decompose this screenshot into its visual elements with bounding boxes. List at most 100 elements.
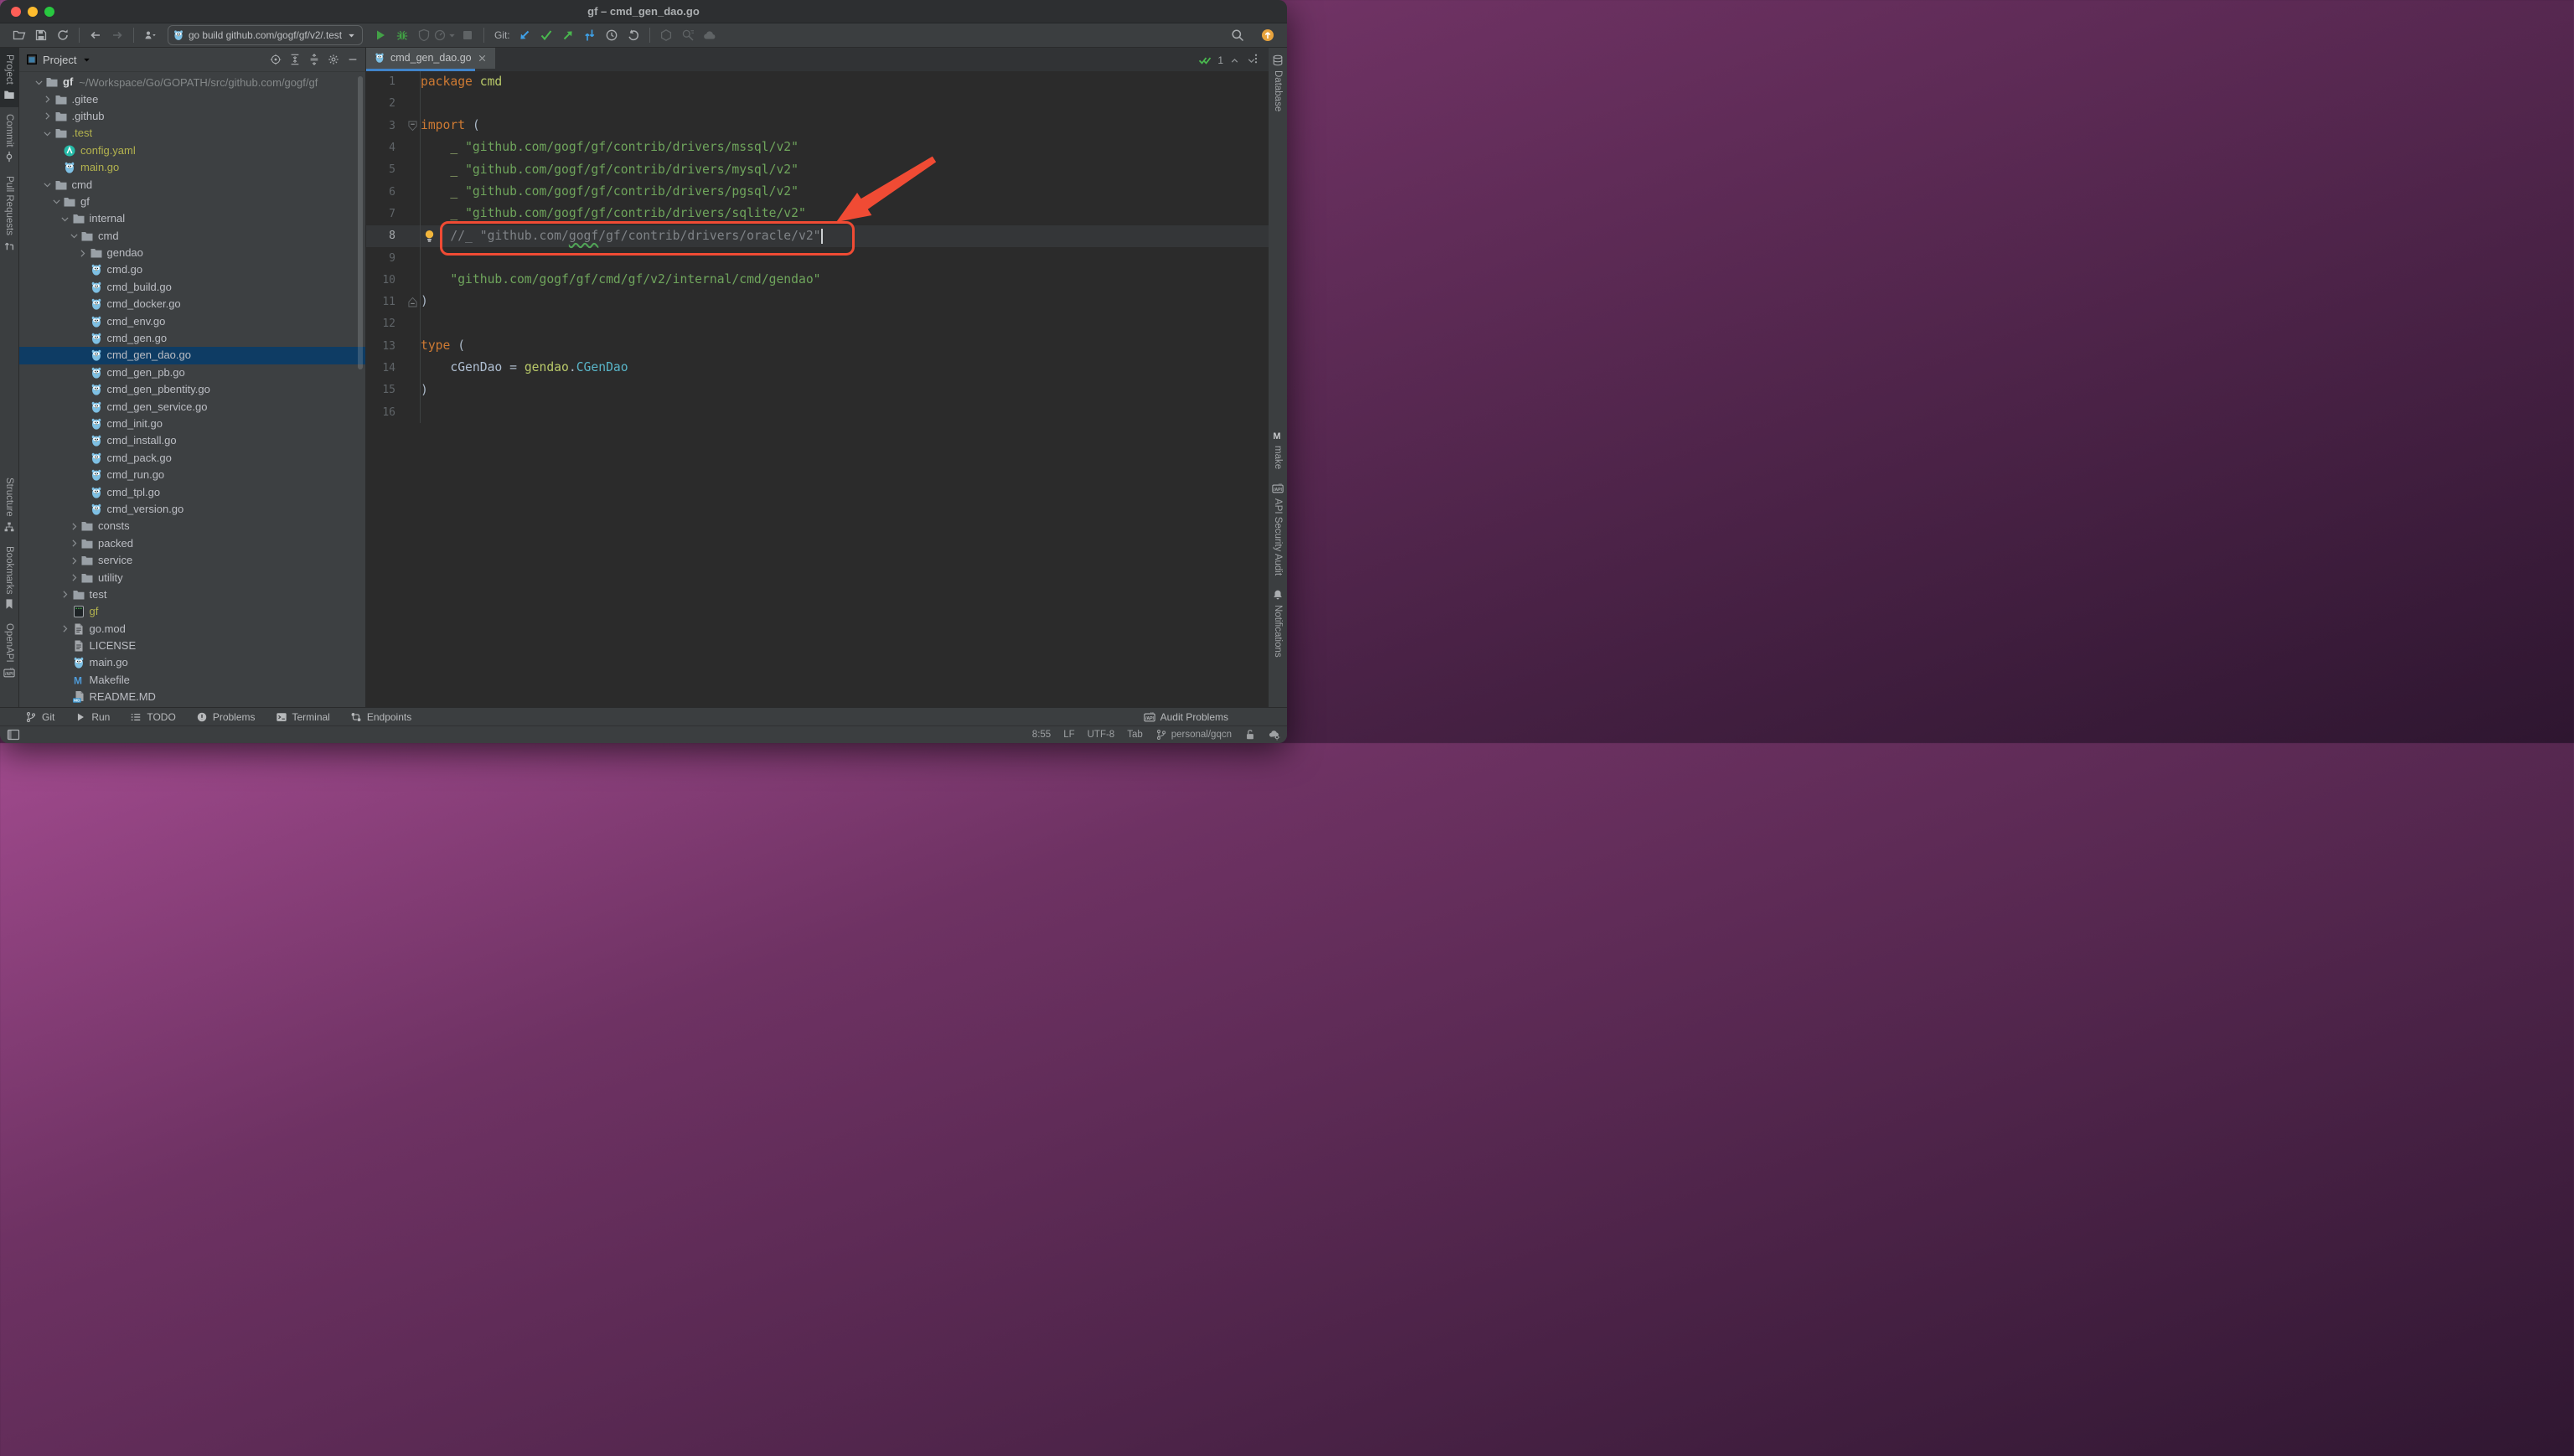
tool-window-button-git[interactable]: Git [25,711,54,723]
arrow-forward-button[interactable] [106,25,128,45]
coverage-button[interactable] [413,25,435,45]
stripe-tab-project[interactable]: Project [0,48,18,107]
tree-item-cmd-gen-dao-go[interactable]: cmd_gen_dao.go [19,347,365,364]
project-view-dropdown-icon[interactable] [81,54,92,65]
minus-button[interactable] [347,54,359,65]
stop-button[interactable] [457,25,478,45]
expand-chevron-icon[interactable] [42,94,54,106]
debug-button[interactable] [391,25,413,45]
code-line-7[interactable]: 7 _ "github.com/gogf/gf/contrib/drivers/… [366,203,1269,225]
collapse-chevron-icon[interactable] [42,179,54,191]
fold-marker-icon[interactable] [395,291,421,312]
code-line-9[interactable]: 9 [366,247,1269,269]
collapse-chevron-icon[interactable] [42,127,54,139]
tree-item-cmd-install-go[interactable]: cmd_install.go [19,432,365,449]
status-caret-position[interactable]: 8:55 [1032,730,1051,740]
profiler-button[interactable] [435,25,457,45]
tool-window-layout-icon[interactable] [0,728,20,741]
expand-chevron-icon[interactable] [68,520,80,532]
tree-item-go-mod[interactable]: go.mod [19,621,365,638]
tree-item-gendao[interactable]: gendao [19,245,365,261]
code-line-6[interactable]: 6 _ "github.com/gogf/gf/contrib/drivers/… [366,181,1269,203]
status-cloud-settings[interactable] [1269,729,1280,741]
tree-item-service[interactable]: service [19,552,365,569]
git-update-button[interactable] [514,25,535,45]
status-indent-style[interactable]: Tab [1127,730,1143,740]
tree-item-cmd-go[interactable]: cmd.go [19,261,365,278]
history-clock-button[interactable] [601,25,623,45]
hexagon-button[interactable] [655,25,677,45]
stripe-tab-openapi[interactable]: OpenAPI/API [0,617,18,685]
tree-item-cmd[interactable]: cmd [19,176,365,193]
code-line-1[interactable]: 1package cmd [366,71,1269,93]
code-line-10[interactable]: 10 "github.com/gogf/gf/cmd/gf/v2/interna… [366,269,1269,291]
stripe-tab-api-security-audit[interactable]: /APIAPI Security Audit [1269,476,1287,582]
user-caret-button[interactable] [139,25,161,45]
update-badge-button[interactable] [1257,25,1279,45]
cloud-button[interactable] [699,25,721,45]
collapse-chevron-icon[interactable] [33,76,44,88]
tree-item-cmd[interactable]: cmd [19,228,365,245]
tree-item-cmd-version-go[interactable]: cmd_version.go [19,501,365,518]
stripe-tab-structure[interactable]: Structure [0,471,18,540]
tree-item-internal[interactable]: internal [19,210,365,227]
code-line-8[interactable]: 8 //_ "github.com/gogf/gf/contrib/driver… [366,225,1269,247]
tree-item-cmd-gen-pbentity-go[interactable]: cmd_gen_pbentity.go [19,381,365,398]
tree-item-consts[interactable]: consts [19,518,365,534]
expand-chevron-icon[interactable] [42,111,54,122]
tree-item-main-go[interactable]: main.go [19,159,365,176]
tree-item-readme-md[interactable]: MDREADME.MD [19,689,365,705]
git-fetch-button[interactable] [579,25,601,45]
gear-button[interactable] [328,54,339,65]
tool-window-button-problems[interactable]: Problems [196,711,256,723]
tree-item-cmd-gen-pb-go[interactable]: cmd_gen_pb.go [19,364,365,381]
tree-item-utility[interactable]: utility [19,569,365,586]
tool-window-button-run[interactable]: Run [75,711,110,723]
expand-chevron-icon[interactable] [68,572,80,584]
status-lock-toggle[interactable] [1244,729,1256,741]
code-line-16[interactable]: 16 [366,401,1269,423]
run-configuration-select[interactable]: go build github.com/gogf/gf/v2/.test [168,25,363,45]
status-line-separator[interactable]: LF [1063,730,1074,740]
code-line-5[interactable]: 5 _ "github.com/gogf/gf/contrib/drivers/… [366,159,1269,181]
search-button[interactable] [1227,25,1248,45]
tool-window-button-todo[interactable]: TODO [130,711,175,723]
expand-chevron-icon[interactable] [68,538,80,550]
tree-item-cmd-run-go[interactable]: cmd_run.go [19,467,365,483]
tree-item-config-yaml[interactable]: config.yaml [19,142,365,159]
stripe-tab-bookmarks[interactable]: Bookmarks [0,540,18,617]
tree-item-test[interactable]: test [19,586,365,603]
prev-problem-icon[interactable] [1229,55,1240,66]
tool-window-button-terminal[interactable]: Terminal [276,711,330,723]
collapse-chevron-icon[interactable] [68,230,80,242]
collapse-all-button[interactable] [308,54,320,65]
project-tree-scrollbar[interactable] [358,76,363,369]
expand-chevron-icon[interactable] [59,623,71,635]
tree-item-cmd-gen-go[interactable]: cmd_gen.go [19,330,365,347]
code-lines[interactable]: 1package cmd23import (4 _ "github.com/go… [366,71,1269,424]
tree-item-cmd-tpl-go[interactable]: cmd_tpl.go [19,483,365,500]
tree-item--gitee[interactable]: .gitee [19,90,365,107]
tree-item-cmd-docker-go[interactable]: cmd_docker.go [19,296,365,312]
collapse-chevron-icon[interactable] [59,213,71,225]
code-line-14[interactable]: 14 cGenDao = gendao.CGenDao [366,357,1269,379]
save-all-button[interactable] [30,25,52,45]
project-panel-title[interactable]: Project [43,54,76,66]
code-line-13[interactable]: 13type ( [366,335,1269,357]
git-push-button[interactable] [557,25,579,45]
expand-chevron-icon[interactable] [68,555,80,566]
git-commit-button[interactable] [535,25,557,45]
stripe-tab-make[interactable]: Mmake [1269,423,1287,476]
next-problem-icon[interactable] [1246,55,1257,66]
tree-item-cmd-pack-go[interactable]: cmd_pack.go [19,450,365,467]
expand-all-button[interactable] [289,54,301,65]
find-usages-button[interactable] [677,25,699,45]
tree-item-cmd-env-go[interactable]: cmd_env.go [19,312,365,329]
stripe-tab-commit[interactable]: Commit [0,107,18,170]
editor-tab-cmd_gen_dao[interactable]: cmd_gen_dao.go [366,48,495,69]
tree-item-packed[interactable]: packed [19,535,365,552]
stripe-tab-database[interactable]: Database [1269,48,1287,118]
code-line-3[interactable]: 3import ( [366,115,1269,137]
stripe-tab-notifications[interactable]: Notifications [1269,582,1287,664]
rollback-button[interactable] [623,25,644,45]
